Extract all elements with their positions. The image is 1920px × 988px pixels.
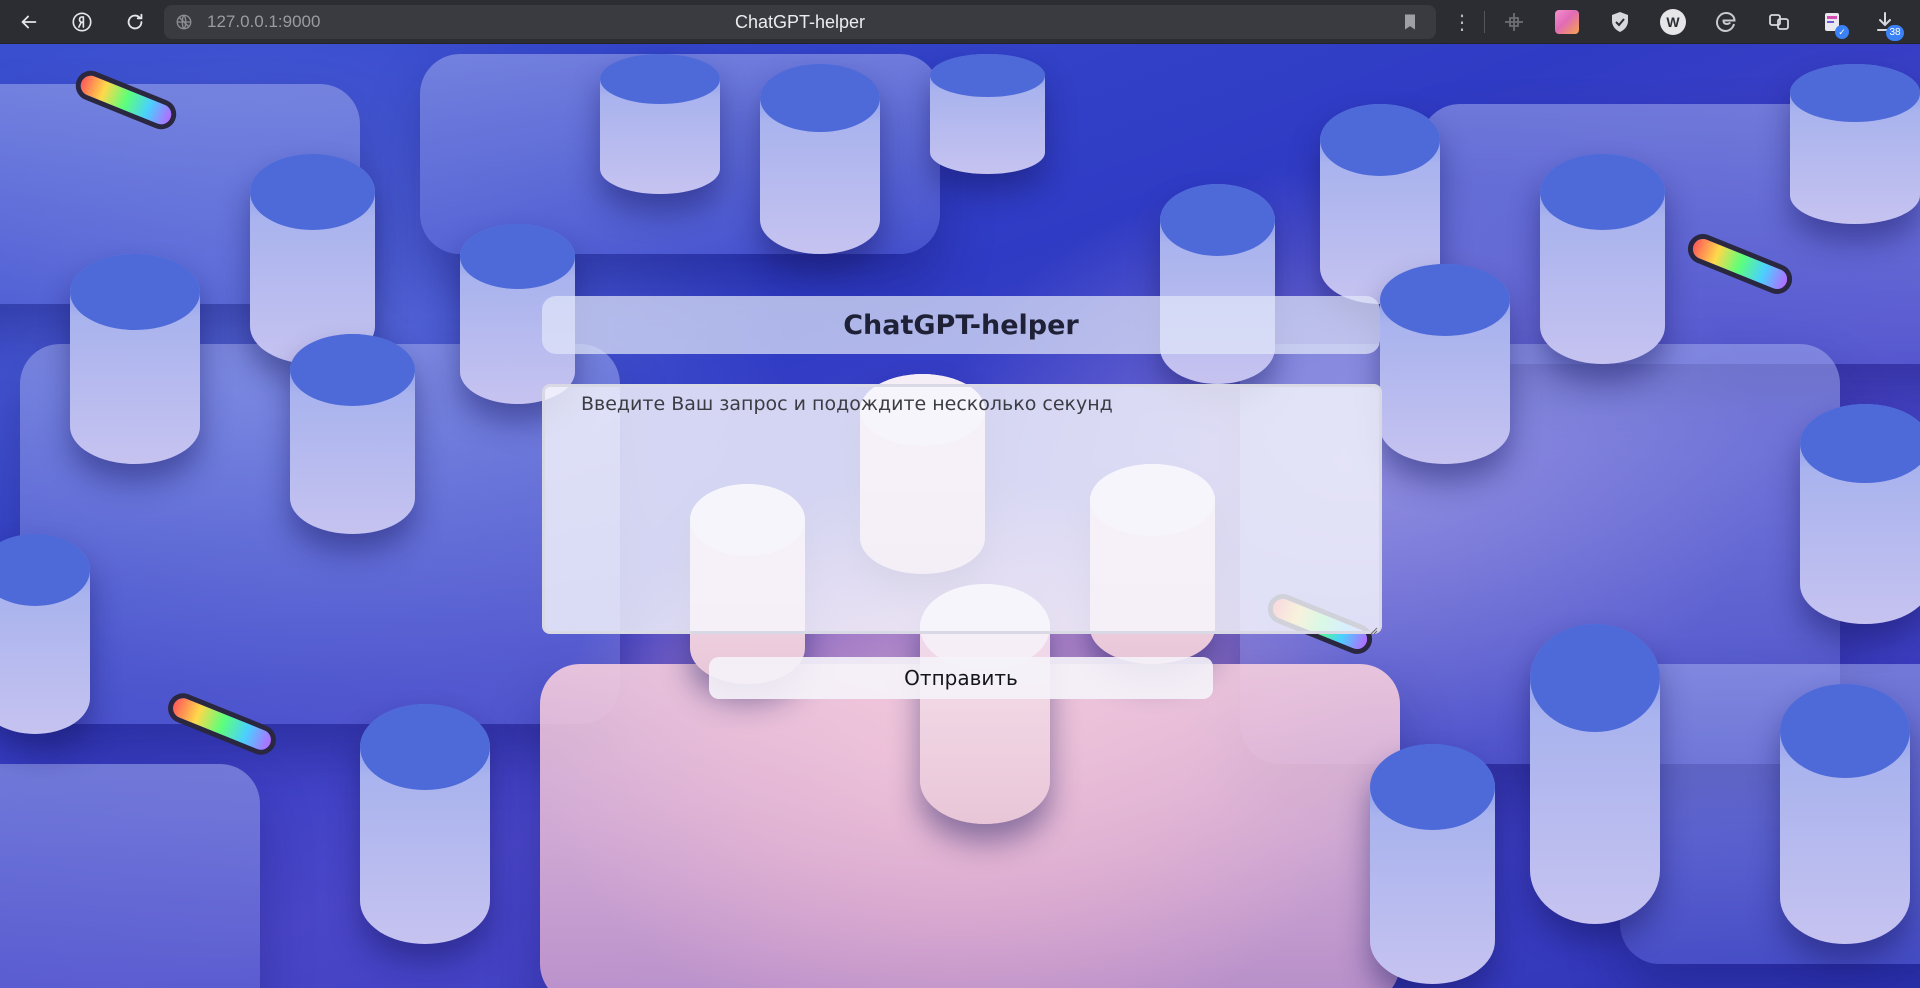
crop-tool-icon[interactable] [1501, 9, 1527, 35]
back-arrow-icon[interactable] [11, 4, 47, 40]
query-input[interactable] [542, 384, 1382, 634]
send-button[interactable]: Отправить [709, 657, 1213, 699]
edge-logo-icon[interactable] [1713, 9, 1739, 35]
browser-toolbar: 127.0.0.1:9000 ChatGPT-helper ⋮ W ✓ 38 [0, 0, 1920, 44]
background-knob [1370, 744, 1495, 984]
copilot-icon[interactable] [1766, 9, 1792, 35]
more-menu-icon[interactable]: ⋮ [1450, 7, 1474, 37]
page-title: ChatGPT-helper [843, 309, 1079, 341]
background-knob [290, 334, 415, 534]
background-knob [1790, 64, 1920, 224]
background-knob [930, 54, 1045, 174]
app-header: ChatGPT-helper [542, 296, 1380, 354]
page-tab-title: ChatGPT-helper [734, 12, 866, 32]
background-knob [1160, 184, 1275, 384]
background-knob [1780, 684, 1910, 944]
background-knob [1380, 264, 1510, 464]
address-bar[interactable]: 127.0.0.1:9000 ChatGPT-helper [164, 5, 1436, 39]
extensions-area: ⋮ W ✓ 38 [1450, 0, 1920, 44]
background-knob [70, 254, 200, 464]
background-knob [1540, 154, 1665, 364]
verified-badge: ✓ [1835, 25, 1849, 39]
notebook-extension-icon[interactable]: ✓ [1819, 9, 1849, 39]
site-info-icon[interactable] [173, 11, 195, 33]
w-extension-icon[interactable]: W [1660, 9, 1686, 35]
yandex-logo-icon[interactable] [64, 4, 100, 40]
background-knob [0, 534, 90, 734]
bookmark-icon[interactable] [1400, 12, 1420, 32]
url-text[interactable]: 127.0.0.1:9000 [207, 12, 320, 32]
gradient-extension-icon[interactable] [1554, 9, 1580, 35]
background-plate [0, 764, 260, 988]
notification-count-badge: 38 [1886, 25, 1904, 41]
toolbar-divider [1484, 11, 1485, 33]
reload-icon[interactable] [117, 4, 153, 40]
background-knob [1530, 624, 1660, 924]
downloads-icon[interactable]: 38 [1872, 9, 1904, 41]
resize-grip-icon[interactable] [1368, 620, 1378, 635]
shield-icon[interactable] [1607, 9, 1633, 35]
background-knob [360, 704, 490, 944]
background-knob [1800, 404, 1920, 624]
background-knob [600, 54, 720, 194]
background-knob [250, 154, 375, 364]
background-knob [760, 64, 880, 254]
